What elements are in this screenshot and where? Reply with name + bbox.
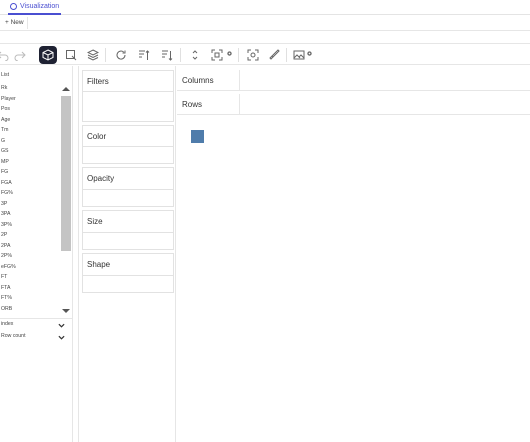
layers-icon[interactable] [84,46,102,64]
chevron-down-icon[interactable] [58,322,65,329]
size-drop-zone[interactable] [83,232,173,249]
rows-label: Rows [182,100,203,109]
field-item[interactable]: 3P [1,201,7,207]
chart-mark[interactable] [191,130,204,143]
opacity-shelf-title: Opacity [87,174,115,183]
field-item[interactable]: FT [1,274,7,280]
toolbar-separator [286,48,287,62]
redo-icon[interactable] [11,46,29,64]
field-item[interactable]: 2P [1,232,7,238]
field-item-index[interactable]: index [1,321,13,327]
color-shelf: Color [82,125,174,164]
scroll-up-arrow-icon[interactable] [62,87,70,91]
shape-select-icon[interactable] [62,46,80,64]
shape-shelf: Shape [82,253,174,293]
columns-drop-zone[interactable] [239,70,530,90]
field-list-divider [0,318,73,319]
visualization-icon [10,3,17,10]
sort-asc-icon[interactable] [135,46,153,64]
tab-visualization[interactable]: Visualization [8,0,62,15]
chevron-down-icon[interactable] [58,334,65,341]
lasso-icon[interactable] [244,46,262,64]
field-item[interactable]: 3PA [1,211,10,217]
filters-shelf-title: Filters [87,77,109,86]
tab-visualization-label: Visualization [20,3,60,10]
brush-icon[interactable] [265,46,283,64]
field-item[interactable]: eFG% [1,264,16,270]
refresh-icon[interactable] [112,46,130,64]
opacity-drop-zone[interactable] [83,189,173,206]
shape-drop-zone[interactable] [83,275,173,292]
field-item[interactable]: FG [1,169,8,175]
field-item[interactable]: 2PA [1,243,10,249]
rows-drop-zone[interactable] [239,94,530,114]
field-item[interactable]: FT% [1,295,12,301]
field-item[interactable]: Pos [1,106,10,112]
scroll-down-arrow-icon[interactable] [62,309,70,313]
field-item[interactable]: Rk [1,85,7,91]
size-shelf-title: Size [87,217,103,226]
field-item[interactable]: FTA [1,285,10,291]
columns-shelf: Columns [177,69,530,91]
opacity-shelf: Opacity [82,167,174,207]
field-item[interactable]: 3P% [1,222,12,228]
field-item-row-count[interactable]: Row count [1,333,26,339]
toolbar-separator [180,48,181,62]
columns-label: Columns [182,76,214,85]
new-button[interactable]: + New [2,17,28,29]
toolbar-separator [105,48,106,62]
rows-shelf: Rows [177,93,530,115]
filters-shelf: Filters [82,70,174,122]
field-list-scrollbar-thumb[interactable] [61,96,71,251]
cube-icon[interactable] [39,46,57,64]
expand-vertical-icon[interactable] [186,46,204,64]
field-item[interactable]: Player [1,96,16,102]
field-item[interactable]: G [1,138,5,144]
field-item[interactable]: ORB [1,306,12,312]
sort-desc-icon[interactable] [158,46,176,64]
tab-bar: Visualization [0,0,530,15]
field-item[interactable]: Age [1,117,10,123]
field-list-header: List [1,72,10,78]
field-item[interactable]: Tm [1,127,9,133]
color-shelf-title: Color [87,132,107,141]
new-bar: + New [0,15,530,31]
toolbar-separator [238,48,239,62]
field-item[interactable]: FGA [1,180,12,186]
field-item[interactable]: FG% [1,190,13,196]
filters-drop-zone[interactable] [83,91,173,121]
color-drop-zone[interactable] [83,146,173,163]
size-shelf: Size [82,210,174,250]
toolbar [0,43,530,65]
fit-settings-gear-icon[interactable] [226,50,233,57]
field-item[interactable]: 2P% [1,253,12,259]
field-item[interactable]: GS [1,148,9,154]
image-settings-gear-icon[interactable] [306,50,313,57]
shape-shelf-title: Shape [87,260,111,269]
fit-icon[interactable] [208,46,226,64]
field-item[interactable]: MP [1,159,9,165]
